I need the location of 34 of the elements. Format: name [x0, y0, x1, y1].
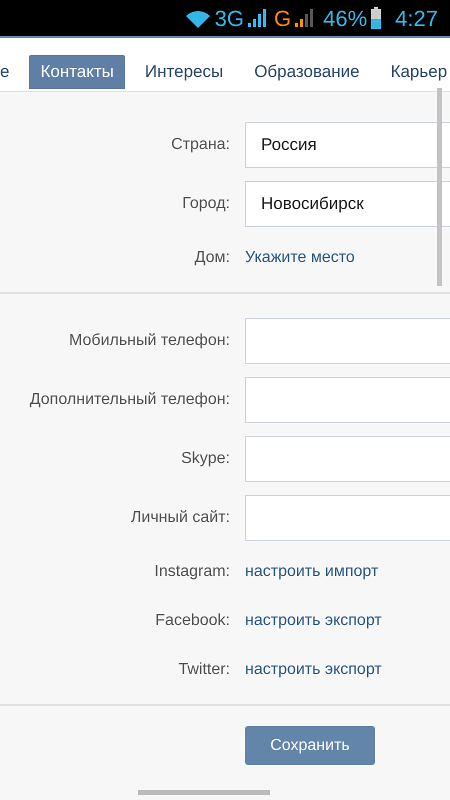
signal-icon: [248, 9, 266, 27]
field-label: Twitter:: [178, 660, 230, 680]
field-label: Instagram:: [154, 562, 230, 582]
input-field[interactable]: Новосибирск: [245, 181, 450, 227]
field-label: Дом:: [194, 248, 230, 268]
battery-level: 46%: [323, 4, 368, 32]
link[interactable]: настроить экспорт: [245, 609, 382, 633]
tab[interactable]: Интересы: [134, 55, 234, 89]
input-field[interactable]: [245, 318, 450, 364]
input-field[interactable]: [245, 436, 450, 482]
tab[interactable]: Образование: [243, 55, 371, 89]
tab[interactable]: е: [0, 55, 20, 89]
tab[interactable]: Карьер: [380, 55, 450, 89]
input-field[interactable]: [245, 377, 450, 423]
link[interactable]: настроить импорт: [245, 560, 378, 584]
clock: 4:27: [395, 4, 438, 32]
field-label: Facebook:: [155, 611, 230, 631]
field-label: Личный сайт:: [130, 508, 230, 528]
input-field[interactable]: [245, 495, 450, 541]
link[interactable]: Укажите место: [245, 246, 355, 270]
signal-icon: [295, 9, 314, 27]
field-label: Страна:: [171, 135, 230, 155]
field-label: Skype:: [181, 449, 230, 469]
battery-icon: [371, 7, 382, 29]
field-label: Мобильный телефон:: [69, 331, 230, 351]
field-label: Город:: [182, 194, 230, 214]
field-label: Дополнительный телефон:: [30, 390, 230, 410]
link[interactable]: настроить экспорт: [245, 658, 382, 682]
save-button[interactable]: Сохранить: [245, 726, 375, 765]
input-field[interactable]: Россия: [245, 122, 450, 168]
tab[interactable]: Контакты: [29, 55, 125, 89]
network-type: 3G: [214, 4, 244, 32]
wifi-icon: [184, 8, 211, 28]
network-type: G: [274, 4, 292, 32]
